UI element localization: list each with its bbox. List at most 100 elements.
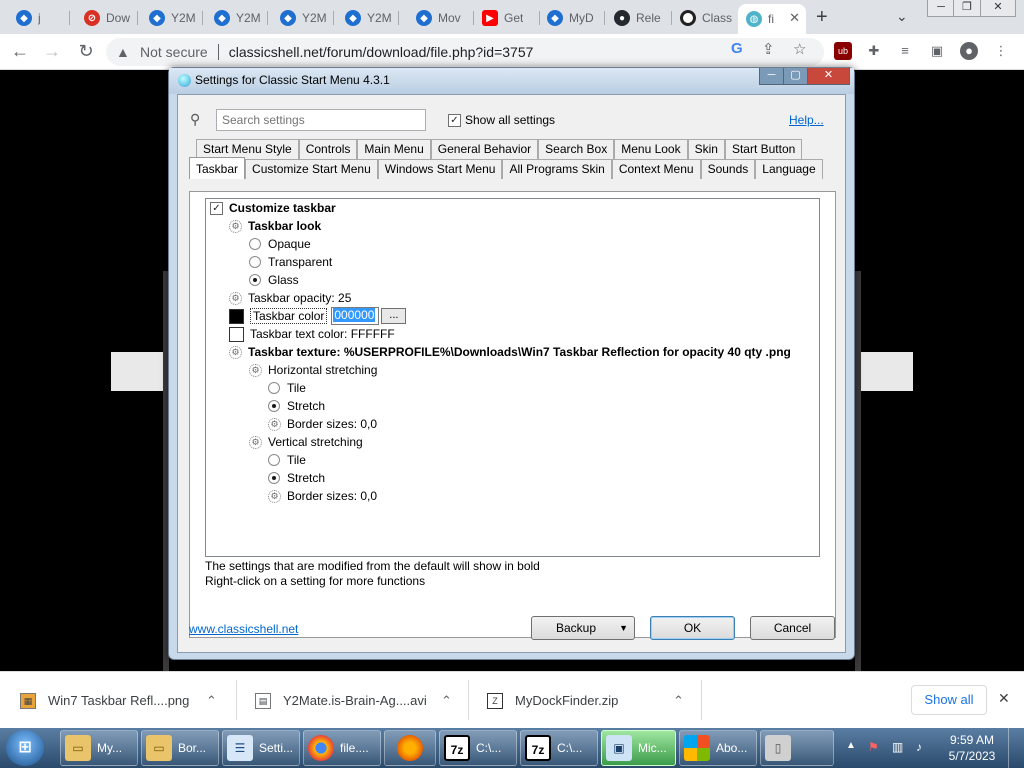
download-item-2[interactable]: ▤ Y2Mate.is-Brain-Ag....avi ⌃ (255, 672, 465, 729)
close-tab-icon[interactable]: ✕ (789, 10, 800, 26)
browser-tab-1[interactable]: ◆ j (8, 4, 70, 32)
flag-icon[interactable]: ⚑ (868, 740, 879, 754)
tab-controls[interactable]: Controls (298, 139, 358, 159)
tab-skin[interactable]: Skin (687, 139, 725, 159)
browser-tab-4[interactable]: ◆ Y2M (206, 4, 268, 32)
search-settings-input[interactable] (216, 109, 426, 131)
taskbar-item-6[interactable]: 7z C:\... (439, 730, 517, 766)
dialog-titlebar[interactable]: Settings for Classic Start Menu 4.3.1 ─ … (169, 68, 854, 94)
not-secure-label[interactable]: Not secure (140, 44, 208, 60)
ok-button[interactable]: OK (650, 616, 735, 640)
clock[interactable]: 9:59 AM 5/7/2023 (946, 732, 998, 764)
vertical-stretching-item[interactable]: ⚙ Vertical stretching (249, 433, 363, 451)
download-item-1[interactable]: ▦ Win7 Taskbar Refl....png ⌃ (20, 672, 230, 729)
v-stretch-option[interactable]: Stretch (268, 469, 325, 487)
side-panel-icon[interactable]: ▣ (928, 42, 946, 60)
browser-tab-8[interactable]: ▶ Get (474, 4, 540, 32)
tab-search-icon[interactable]: ⌄ (896, 8, 908, 25)
radio-unchecked-icon[interactable] (249, 256, 261, 268)
tab-sounds[interactable]: Sounds (700, 159, 756, 179)
h-stretch-option[interactable]: Stretch (268, 397, 325, 415)
show-all-settings[interactable]: ✓ Show all settings (448, 113, 555, 128)
google-lens-icon[interactable]: G (731, 40, 743, 57)
profile-icon[interactable]: ● (960, 42, 978, 60)
tab-menu-look[interactable]: Menu Look (614, 139, 688, 159)
radio-unchecked-icon[interactable] (249, 238, 261, 250)
browser-tab-6[interactable]: ◆ Y2M (337, 4, 399, 32)
v-tile-option[interactable]: Tile (268, 451, 306, 469)
browser-tab-11[interactable]: Class (672, 4, 738, 32)
tab-start-button[interactable]: Start Button (724, 139, 803, 159)
radio-unchecked-icon[interactable] (268, 382, 280, 394)
h-tile-option[interactable]: Tile (268, 379, 306, 397)
bookmark-star-icon[interactable]: ☆ (793, 40, 806, 58)
browser-tab-3[interactable]: ◆ Y2M (141, 4, 203, 32)
taskbar-item-7[interactable]: 7z C:\... (520, 730, 598, 766)
browser-tab-7[interactable]: ◆ Mov (408, 4, 474, 32)
opaque-option[interactable]: Opaque (249, 235, 311, 253)
network-icon[interactable]: ▥ (892, 740, 903, 754)
cancel-button[interactable]: Cancel (750, 616, 835, 640)
address-bar[interactable]: ▲ Not secure classicshell.net/forum/down… (106, 38, 824, 66)
browser-tab-9[interactable]: ◆ MyD (539, 4, 605, 32)
show-all-downloads-button[interactable]: Show all (911, 685, 987, 715)
taskbar-item-2[interactable]: ▭ Bor... (141, 730, 219, 766)
tab-customize-start-menu[interactable]: Customize Start Menu (245, 159, 378, 179)
dialog-maximize-icon[interactable]: ▢ (783, 68, 808, 85)
radio-checked-icon[interactable] (268, 400, 280, 412)
taskbar-color-item[interactable]: Taskbar color 000000 ... (229, 307, 407, 325)
color-picker-button[interactable]: ... (381, 308, 407, 324)
checkbox-checked-icon[interactable]: ✓ (448, 114, 461, 128)
reload-icon[interactable]: ↻ (74, 40, 98, 64)
dialog-minimize-icon[interactable]: ─ (759, 68, 784, 85)
browser-tab-active[interactable]: ◍ fi ✕ (738, 4, 806, 34)
taskbar-item-10[interactable]: ▯ (760, 730, 834, 766)
url-text[interactable]: classicshell.net/forum/download/file.php… (229, 44, 534, 60)
menu-icon[interactable]: ⋮ (992, 42, 1010, 60)
ublock-icon[interactable]: ub (834, 42, 852, 60)
customize-taskbar-item[interactable]: ✓ Customize taskbar (210, 199, 336, 217)
radio-checked-icon[interactable] (249, 274, 261, 286)
share-icon[interactable]: ⇪ (762, 40, 775, 58)
show-desktop-button[interactable] (1008, 728, 1024, 768)
tab-all-programs-skin[interactable]: All Programs Skin (502, 159, 612, 179)
close-downloads-icon[interactable]: ✕ (998, 690, 1010, 707)
v-border-sizes-item[interactable]: ⚙ Border sizes: 0,0 (268, 487, 377, 505)
taskbar-item-9[interactable]: Abo... (679, 730, 757, 766)
tab-taskbar[interactable]: Taskbar (189, 157, 246, 179)
classicshell-link[interactable]: www.classicshell.net (189, 622, 298, 636)
tab-context-menu[interactable]: Context Menu (611, 159, 701, 179)
help-link[interactable]: Help... (789, 113, 824, 127)
taskbar-text-color-item[interactable]: Taskbar text color: FFFFFF (229, 325, 395, 343)
extensions-icon[interactable]: ✚ (865, 42, 883, 60)
taskbar-item-5[interactable] (384, 730, 436, 766)
show-hidden-icons-icon[interactable]: ▲ (846, 740, 856, 751)
warning-icon[interactable]: ▲ (116, 44, 132, 60)
tab-main-menu[interactable]: Main Menu (357, 139, 431, 159)
backup-button[interactable]: Backup ▼ (531, 616, 635, 640)
minimize-window-icon[interactable]: ─ (927, 0, 955, 17)
checkbox-checked-icon[interactable]: ✓ (210, 201, 223, 215)
radio-checked-icon[interactable] (268, 472, 280, 484)
restore-window-icon[interactable]: ❐ (953, 0, 981, 17)
horizontal-stretching-item[interactable]: ⚙ Horizontal stretching (249, 361, 377, 379)
transparent-option[interactable]: Transparent (249, 253, 332, 271)
tab-general-behavior[interactable]: General Behavior (430, 139, 539, 159)
tab-language[interactable]: Language (755, 159, 823, 179)
forward-icon[interactable]: → (40, 40, 64, 64)
close-window-icon[interactable]: ✕ (980, 0, 1016, 17)
tab-search-box[interactable]: Search Box (538, 139, 615, 159)
tab-windows-start-menu[interactable]: Windows Start Menu (377, 159, 503, 179)
taskbar-item-3[interactable]: ☰ Setti... (222, 730, 300, 766)
chevron-up-icon[interactable]: ⌃ (441, 693, 452, 709)
taskbar-opacity-item[interactable]: ⚙ Taskbar opacity: 25 (229, 289, 351, 307)
download-item-3[interactable]: Z MyDockFinder.zip ⌃ (487, 672, 697, 729)
glass-option[interactable]: Glass (249, 271, 299, 289)
media-control-icon[interactable]: ≡ (896, 42, 914, 60)
taskbar-item-8[interactable]: ▣ Mic... (601, 730, 676, 766)
radio-unchecked-icon[interactable] (268, 454, 280, 466)
back-icon[interactable]: ← (8, 40, 32, 64)
volume-icon[interactable]: ♪ (916, 740, 922, 754)
chevron-up-icon[interactable]: ⌃ (673, 693, 684, 709)
taskbar-texture-item[interactable]: ⚙ Taskbar texture: %USERPROFILE%\Download… (229, 343, 791, 361)
